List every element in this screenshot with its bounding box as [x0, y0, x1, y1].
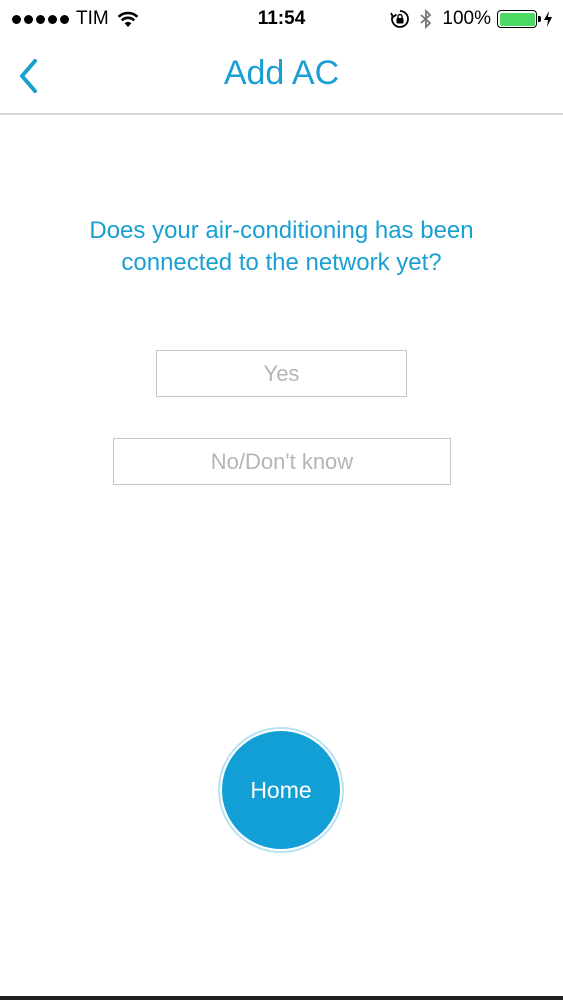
page-title: Add AC	[223, 54, 340, 92]
home-button[interactable]: Home	[222, 731, 340, 849]
no-dont-know-button[interactable]: No/Don't know	[113, 438, 451, 485]
battery-fill	[499, 12, 535, 26]
bluetooth-icon	[420, 9, 432, 29]
nav-bar: Add AC	[0, 40, 563, 115]
battery-percent: 100%	[442, 8, 491, 29]
status-right: 100%	[390, 8, 553, 30]
setup-question: Does your air-conditioning has been conn…	[89, 217, 474, 276]
rotation-lock-icon	[390, 10, 410, 28]
app-screen: TIM 11:54 100% Add AC Does your air-cond…	[0, 0, 563, 1000]
home-button-ring: Home	[218, 727, 344, 853]
charging-bolt-icon	[544, 11, 552, 27]
battery-icon	[497, 10, 541, 28]
screen-bottom-edge	[0, 996, 563, 1000]
yes-button[interactable]: Yes	[156, 350, 407, 397]
status-bar: TIM 11:54 100%	[0, 0, 563, 40]
